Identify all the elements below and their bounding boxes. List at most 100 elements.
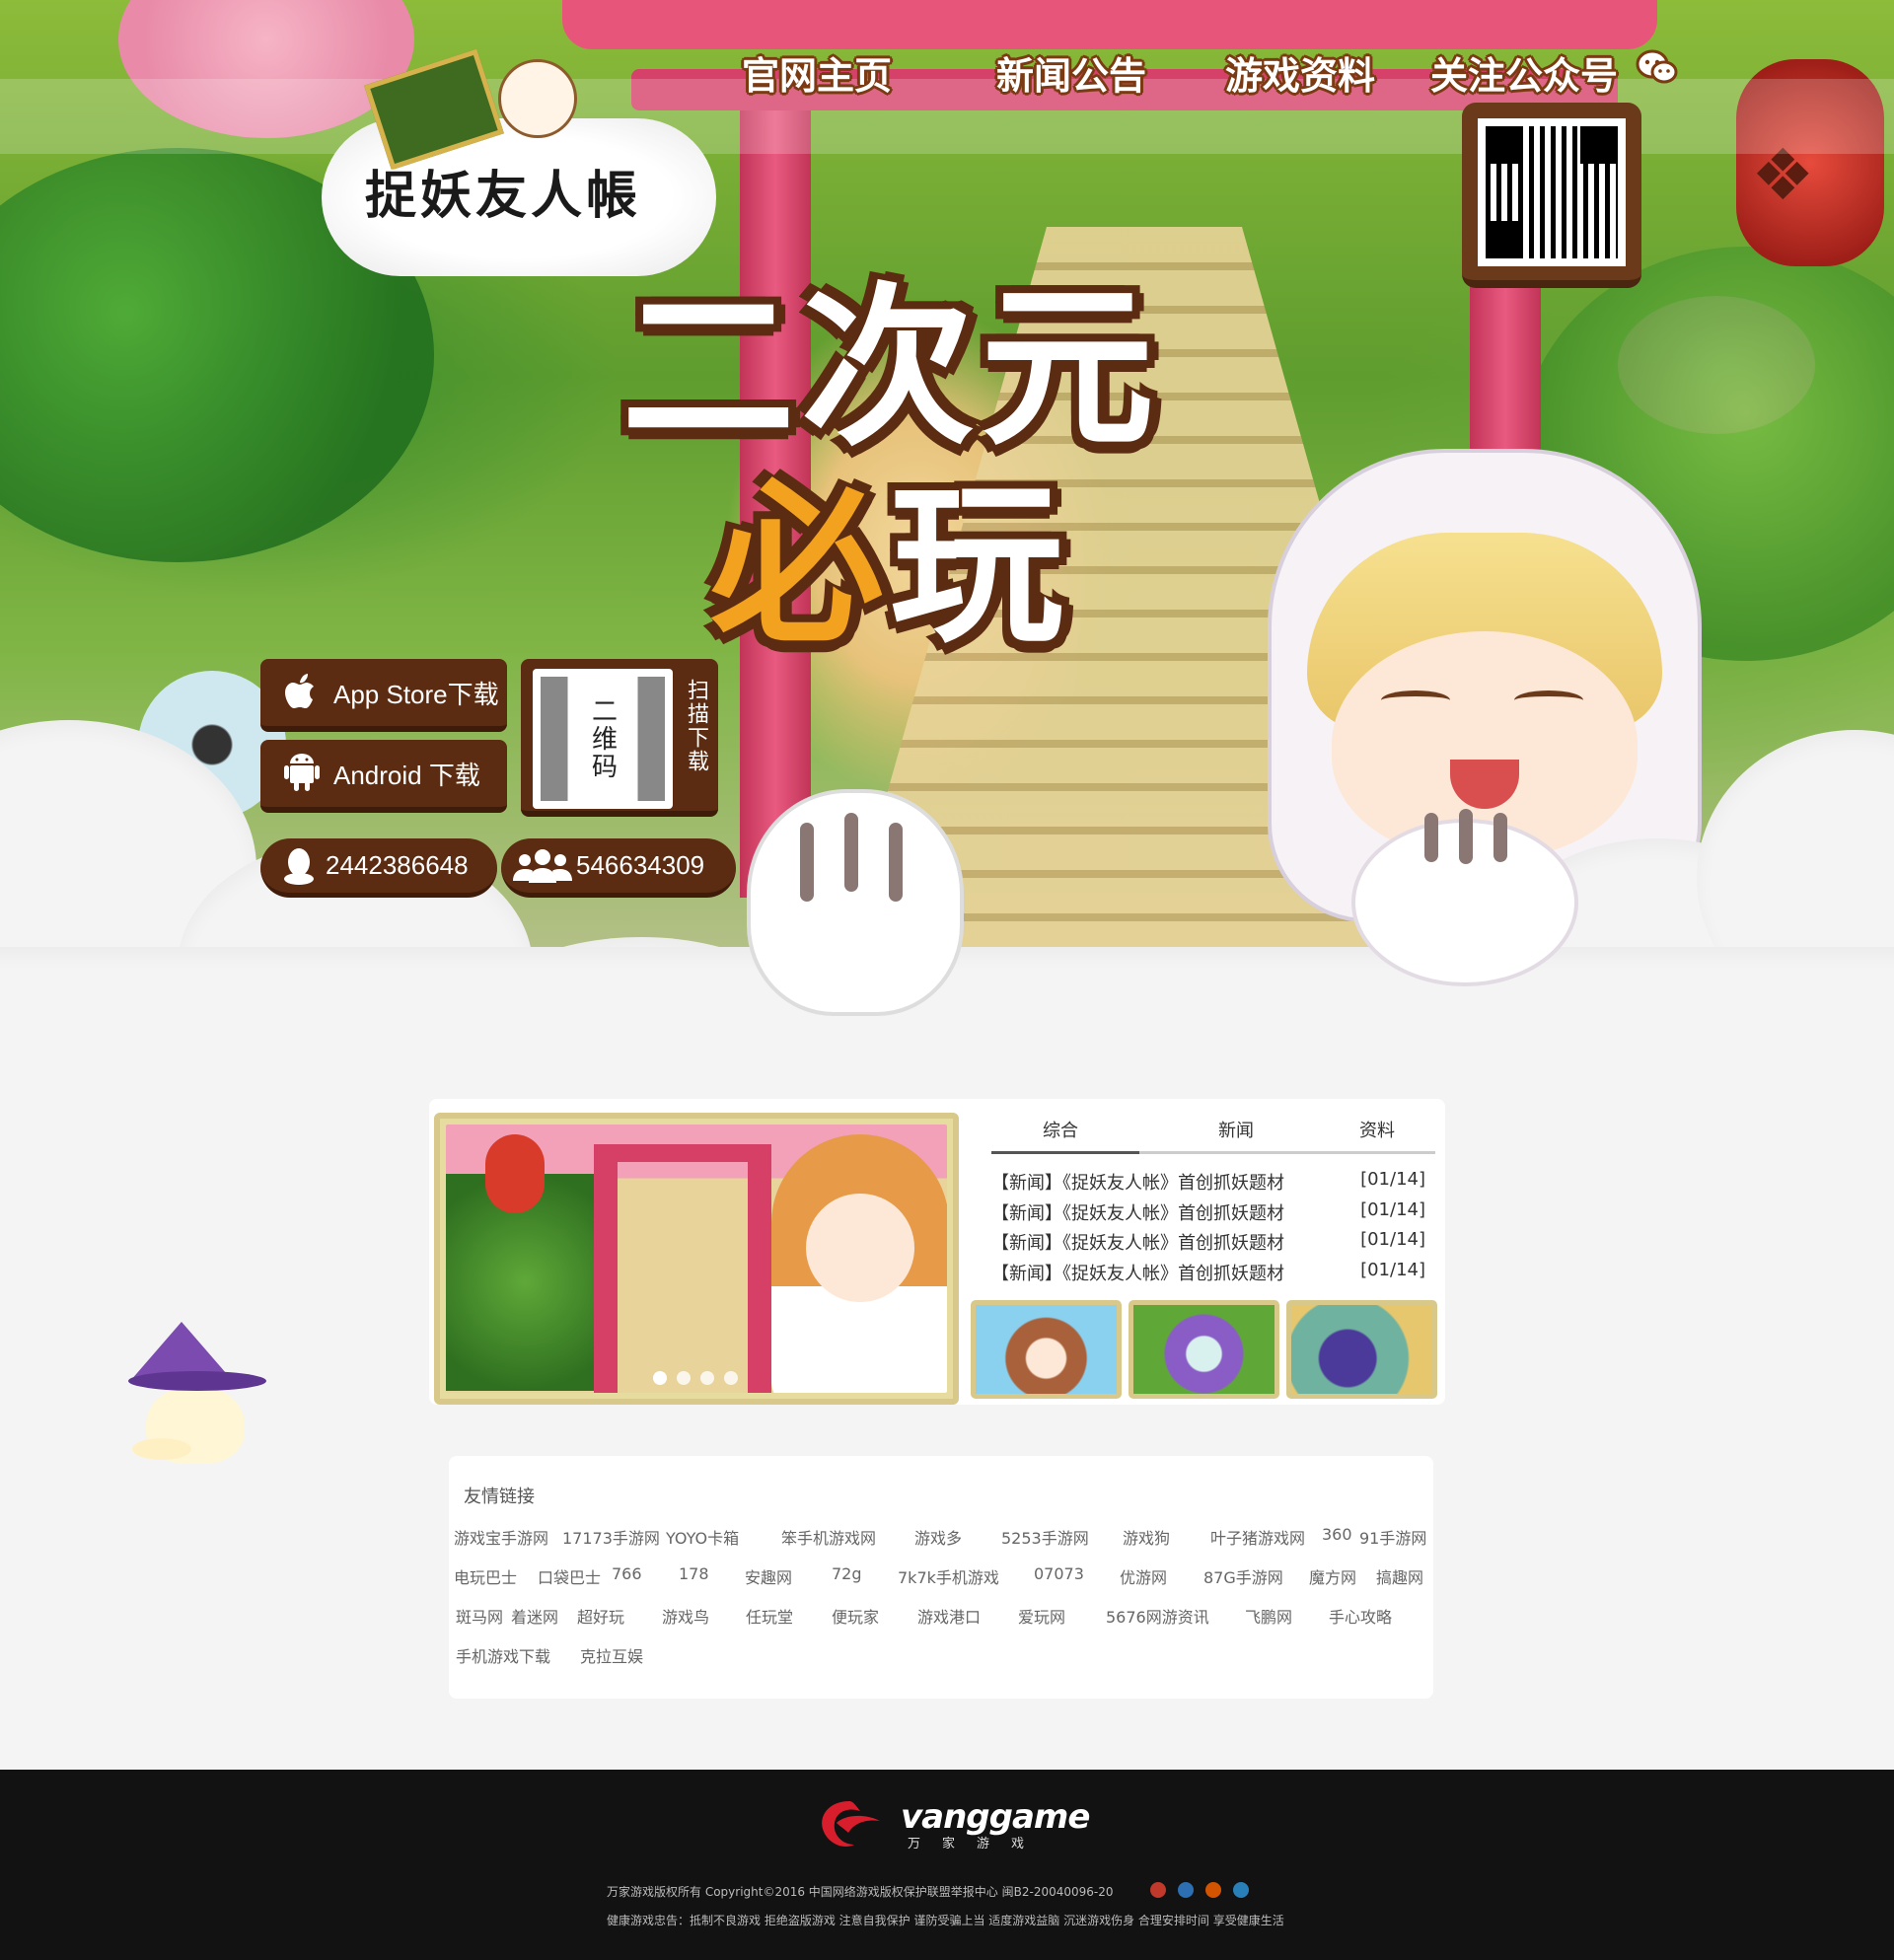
nav-game-info[interactable]: 游戏资料 [1225, 45, 1375, 100]
news-item[interactable]: 【新闻】《捉妖友人帐》首创抓妖题材 [01/14] [991, 1260, 1425, 1290]
news-item[interactable]: 【新闻】《捉妖友人帐》首创抓妖题材 [01/14] [991, 1229, 1425, 1260]
slogan-line-2-text: 玩 [890, 465, 1070, 667]
slider-dot[interactable] [653, 1371, 667, 1385]
slider-dot[interactable] [700, 1371, 714, 1385]
footer-brand[interactable]: vanggame [901, 1797, 1090, 1837]
slider-dot[interactable] [724, 1371, 738, 1385]
footer-badges [1150, 1882, 1249, 1898]
news-title: 【新闻】《捉妖友人帐》首创抓妖题材 [991, 1202, 1284, 1224]
game-logo[interactable]: 捉妖友人帳 [365, 154, 641, 228]
wechat-qr-box [1462, 103, 1641, 288]
tab-info[interactable]: 资料 [1359, 1117, 1395, 1142]
torii-gate-top [562, 0, 1657, 49]
nav-follow-wechat[interactable]: 关注公众号 [1430, 45, 1618, 100]
friend-link[interactable]: 游戏港口 [917, 1604, 981, 1628]
news-title: 【新闻】《捉妖友人帐》首创抓妖题材 [991, 1263, 1284, 1284]
friend-link[interactable]: 游戏鸟 [662, 1604, 709, 1628]
slider-dots [653, 1371, 738, 1385]
character-thumbnail[interactable] [1286, 1300, 1437, 1399]
qr-placeholder: 二维码 [541, 677, 665, 801]
witch-hat-brim [128, 1371, 266, 1391]
friend-link[interactable]: 17173手游网 [562, 1525, 660, 1549]
group-contact[interactable]: 546634309 [501, 838, 736, 898]
security-badge-icon[interactable] [1178, 1882, 1194, 1898]
news-title: 【新闻】《捉妖友人帐》首创抓妖题材 [991, 1173, 1284, 1194]
friend-link[interactable]: 360 [1322, 1525, 1352, 1544]
record-badge-icon[interactable] [1233, 1882, 1249, 1898]
active-tab-indicator [991, 1151, 1139, 1154]
friend-link[interactable]: 游戏宝手游网 [454, 1525, 548, 1549]
police-badge-icon[interactable] [1150, 1882, 1166, 1898]
android-label: Android 下载 [333, 760, 480, 790]
friend-link[interactable]: 87G手游网 [1203, 1564, 1283, 1588]
friend-link[interactable]: 优游网 [1120, 1564, 1167, 1588]
news-date: [01/14] [1360, 1229, 1425, 1250]
friend-link[interactable]: 72g [832, 1564, 862, 1583]
friend-link[interactable]: 便玩家 [832, 1604, 879, 1628]
android-download-button[interactable]: Android 下载 [260, 740, 507, 813]
friend-link[interactable]: 766 [612, 1564, 642, 1583]
friend-link[interactable]: 着迷网 [511, 1604, 558, 1628]
friend-link[interactable]: 口袋巴士 [538, 1564, 601, 1588]
friend-link[interactable]: 克拉互娱 [580, 1643, 643, 1667]
slider-character-face [806, 1194, 914, 1302]
logo-cat-icon [498, 59, 577, 138]
qr-pattern [1486, 126, 1618, 258]
friend-link[interactable]: 超好玩 [577, 1604, 624, 1628]
footer-copyright: 万家游戏版权所有 Copyright©2016 中国网络游戏版权保护联盟举报中心… [607, 1885, 1114, 1899]
vanggame-logo-icon[interactable] [815, 1793, 884, 1852]
qr-download-button[interactable]: 二维码 扫描下载 [521, 659, 718, 817]
friend-link[interactable]: 安趣网 [745, 1564, 792, 1588]
wechat-icon[interactable] [1636, 47, 1679, 87]
friend-link[interactable]: 爱玩网 [1018, 1604, 1065, 1628]
scan-download-label: 扫描下载 [684, 679, 708, 773]
friend-link[interactable]: 手心攻略 [1329, 1604, 1392, 1628]
slider-dot[interactable] [677, 1371, 691, 1385]
friend-link[interactable]: 任玩堂 [746, 1604, 793, 1628]
friend-link[interactable]: 搞趣网 [1376, 1564, 1423, 1588]
friend-link[interactable]: 魔方网 [1309, 1564, 1356, 1588]
shield-badge-icon[interactable] [1205, 1882, 1221, 1898]
cat-stripe [1424, 813, 1438, 862]
news-date: [01/14] [1360, 1259, 1425, 1280]
friend-link[interactable]: 5676网游资讯 [1106, 1604, 1209, 1628]
nav-news[interactable]: 新闻公告 [996, 45, 1146, 100]
friend-links-title: 友情链接 [464, 1487, 535, 1507]
friend-link[interactable]: 91手游网 [1359, 1525, 1426, 1549]
cat-stripe [889, 823, 903, 902]
friend-link[interactable]: 手机游戏下载 [456, 1643, 550, 1667]
cat-character [747, 789, 964, 1016]
news-item[interactable]: 【新闻】《捉妖友人帐》首创抓妖题材 [01/14] [991, 1169, 1425, 1199]
friend-link[interactable]: 飞鹏网 [1245, 1604, 1292, 1628]
friend-link[interactable]: 斑马网 [456, 1604, 503, 1628]
friend-link[interactable]: 07073 [1034, 1564, 1084, 1583]
tab-all[interactable]: 综合 [1043, 1117, 1078, 1142]
friend-link[interactable]: 7k7k手机游戏 [898, 1564, 999, 1588]
slider-image[interactable] [446, 1125, 947, 1393]
nav-home[interactable]: 官网主页 [742, 45, 892, 100]
friend-link[interactable]: YOYO卡箱 [666, 1525, 739, 1549]
friend-link[interactable]: 电玩巴士 [454, 1564, 517, 1588]
cat-character [1351, 809, 1578, 986]
friend-link[interactable]: 178 [679, 1564, 709, 1583]
friend-link[interactable]: 游戏多 [914, 1525, 962, 1549]
footer-health-warning: 健康游戏忠告：抵制不良游戏 拒绝盗版游戏 注意自我保护 谨防受骗上当 适度游戏益… [607, 1914, 1284, 1927]
slider-torii [594, 1144, 771, 1393]
character-thumbnail[interactable] [1129, 1300, 1279, 1399]
news-date: [01/14] [1360, 1169, 1425, 1190]
news-tabs: 综合 新闻 资料 [991, 1111, 1435, 1154]
news-item[interactable]: 【新闻】《捉妖友人帐》首创抓妖题材 [01/14] [991, 1199, 1425, 1230]
qq-contact[interactable]: 2442386648 [260, 838, 497, 898]
character-thumbnail[interactable] [971, 1300, 1122, 1399]
ghost-mascot-tail [132, 1438, 191, 1460]
friend-link[interactable]: 游戏狗 [1123, 1525, 1170, 1549]
friend-link[interactable]: 笨手机游戏网 [781, 1525, 876, 1549]
slogan: 二次元 必玩 [602, 227, 1292, 681]
friend-link[interactable]: 5253手游网 [1001, 1525, 1089, 1549]
friend-link[interactable]: 叶子猪游戏网 [1210, 1525, 1305, 1549]
wechat-qr-code [1478, 118, 1626, 266]
tab-news[interactable]: 新闻 [1218, 1117, 1254, 1142]
apple-icon [278, 669, 326, 716]
banner-slider[interactable] [434, 1113, 959, 1405]
appstore-download-button[interactable]: App Store下载 [260, 659, 507, 732]
